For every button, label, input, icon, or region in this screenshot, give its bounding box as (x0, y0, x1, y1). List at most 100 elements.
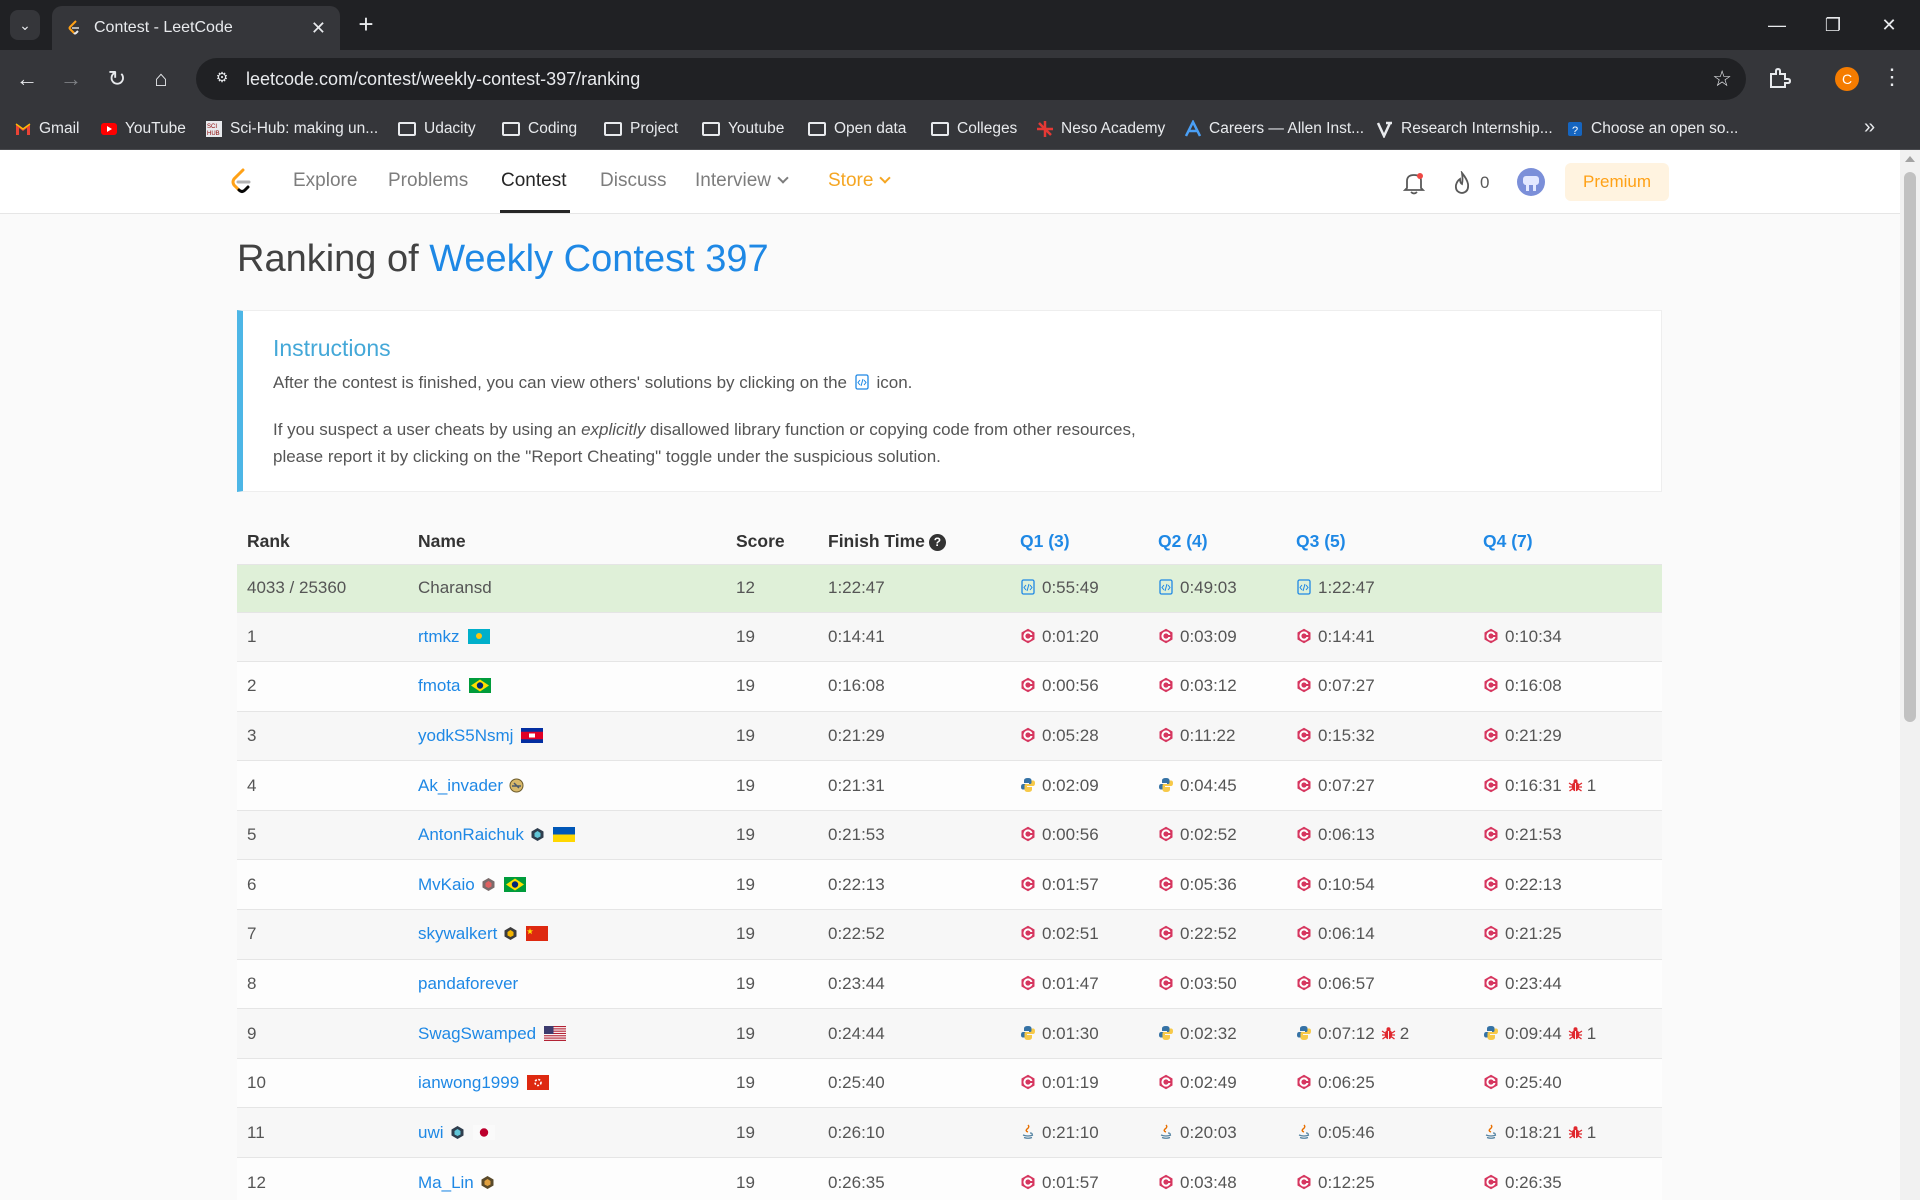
header-q2[interactable]: Q2 (4) (1148, 520, 1286, 564)
site-info-icon[interactable]: ⚙ (212, 69, 232, 89)
browser-menu-icon[interactable]: ⋮ (1880, 64, 1904, 94)
header-q3[interactable]: Q3 (5) (1286, 520, 1473, 564)
new-tab-button[interactable]: + (352, 10, 380, 38)
cpp-icon[interactable] (1296, 777, 1312, 793)
user-avatar[interactable] (1517, 168, 1545, 196)
cpp-icon[interactable] (1483, 677, 1499, 693)
java-icon[interactable] (1020, 1124, 1036, 1140)
premium-button[interactable]: Premium (1565, 163, 1669, 201)
cpp-icon[interactable] (1296, 1074, 1312, 1090)
java-icon[interactable] (1158, 1124, 1174, 1140)
cpp-icon[interactable] (1483, 727, 1499, 743)
browser-tab[interactable]: Contest - LeetCode ✕ (52, 6, 340, 50)
cpp-icon[interactable] (1158, 628, 1174, 644)
contest-name-link[interactable]: Weekly Contest 397 (429, 238, 768, 280)
cpp-icon[interactable] (1483, 826, 1499, 842)
address-bar[interactable]: ⚙ leetcode.com/contest/weekly-contest-39… (196, 58, 1746, 100)
cpp-icon[interactable] (1158, 727, 1174, 743)
cpp-icon[interactable] (1158, 677, 1174, 693)
cpp-icon[interactable] (1020, 727, 1036, 743)
cpp-icon[interactable] (1483, 1074, 1499, 1090)
cpp-icon[interactable] (1296, 826, 1312, 842)
leetcode-logo-icon[interactable] (228, 168, 254, 196)
cpp-icon[interactable] (1158, 975, 1174, 991)
scrollbar-thumb[interactable] (1904, 172, 1916, 722)
nav-contest[interactable]: Contest (501, 170, 566, 192)
bookmark-allen-careers[interactable]: Careers — Allen Inst... (1184, 116, 1364, 142)
java-icon[interactable] (1483, 1124, 1499, 1140)
tab-search-button[interactable]: ⌄ (10, 10, 40, 40)
cpp-icon[interactable] (1483, 975, 1499, 991)
url-text[interactable]: leetcode.com/contest/weekly-contest-397/… (246, 69, 1712, 90)
cpp-icon[interactable] (1020, 826, 1036, 842)
bookmark-research-internship[interactable]: Research Internship... (1376, 116, 1553, 142)
cpp-icon[interactable] (1296, 727, 1312, 743)
user-name-link[interactable]: uwi (418, 1123, 444, 1142)
user-name-link[interactable]: rtmkz (418, 627, 460, 646)
user-name-link[interactable]: Ma_Lin (418, 1173, 474, 1192)
my-q1-cell[interactable]: 0:55:49 (1010, 563, 1148, 612)
user-name-link[interactable]: Ak_invader (418, 776, 503, 795)
my-q3-cell[interactable]: 1:22:47 (1286, 563, 1473, 612)
nav-discuss[interactable]: Discuss (600, 170, 667, 192)
cpp-icon[interactable] (1483, 1174, 1499, 1190)
header-q4[interactable]: Q4 (7) (1473, 520, 1662, 564)
nav-explore[interactable]: Explore (293, 170, 357, 192)
home-icon[interactable]: ⌂ (146, 64, 176, 94)
cpp-icon[interactable] (1296, 975, 1312, 991)
close-window-icon[interactable]: ✕ (1874, 10, 1904, 40)
back-icon[interactable]: ← (12, 64, 42, 94)
streak-fire-icon[interactable] (1452, 171, 1472, 195)
cpp-icon[interactable] (1020, 628, 1036, 644)
bookmark-youtube-folder[interactable]: Youtube (702, 116, 784, 142)
forward-icon[interactable]: → (56, 64, 86, 94)
cpp-icon[interactable] (1158, 1074, 1174, 1090)
cpp-icon[interactable] (1296, 925, 1312, 941)
solution-code-icon[interactable] (1158, 579, 1174, 595)
page-scrollbar[interactable] (1900, 150, 1920, 1200)
my-q2-cell[interactable]: 0:49:03 (1148, 563, 1286, 612)
cpp-icon[interactable] (1020, 1174, 1036, 1190)
user-name-link[interactable]: SwagSwamped (418, 1024, 536, 1043)
cpp-icon[interactable] (1020, 925, 1036, 941)
nav-problems[interactable]: Problems (388, 170, 468, 192)
user-name-link[interactable]: yodkS5Nsmj (418, 726, 513, 745)
bookmark-star-icon[interactable]: ☆ (1712, 66, 1732, 92)
cpp-icon[interactable] (1296, 677, 1312, 693)
bookmark-open-data[interactable]: Open data (808, 116, 906, 142)
bookmark-coding[interactable]: Coding (502, 116, 577, 142)
bookmark-scihub[interactable]: SCI HUB Sci-Hub: making un... (205, 116, 378, 142)
cpp-icon[interactable] (1296, 628, 1312, 644)
bookmark-gmail[interactable]: Gmail (14, 116, 79, 142)
user-name-link[interactable]: fmota (418, 676, 461, 695)
bookmark-colleges[interactable]: Colleges (931, 116, 1017, 142)
bookmark-project[interactable]: Project (604, 116, 678, 142)
solution-code-icon[interactable] (1020, 579, 1036, 595)
user-name-link[interactable]: pandaforever (418, 974, 518, 993)
cpp-icon[interactable] (1483, 925, 1499, 941)
bookmark-neso-academy[interactable]: Neso Academy (1036, 116, 1165, 142)
python-icon[interactable] (1483, 1025, 1499, 1041)
python-icon[interactable] (1158, 1025, 1174, 1041)
user-name-link[interactable]: MvKaio (418, 875, 475, 894)
cpp-icon[interactable] (1020, 876, 1036, 892)
header-q1[interactable]: Q1 (3) (1010, 520, 1148, 564)
cpp-icon[interactable] (1483, 628, 1499, 644)
nav-interview[interactable]: Interview (695, 170, 789, 192)
python-icon[interactable] (1020, 777, 1036, 793)
cpp-icon[interactable] (1158, 925, 1174, 941)
bookmark-udacity[interactable]: Udacity (398, 116, 476, 142)
python-icon[interactable] (1020, 1025, 1036, 1041)
user-name-link[interactable]: ianwong1999 (418, 1073, 519, 1092)
cpp-icon[interactable] (1483, 777, 1499, 793)
user-name-link[interactable]: AntonRaichuk (418, 825, 524, 844)
minimize-icon[interactable]: — (1762, 10, 1792, 40)
cpp-icon[interactable] (1158, 826, 1174, 842)
cpp-icon[interactable] (1296, 876, 1312, 892)
user-name-link[interactable]: skywalkert (418, 924, 497, 943)
help-icon[interactable]: ? (928, 534, 946, 552)
close-tab-icon[interactable]: ✕ (311, 18, 326, 39)
cpp-icon[interactable] (1158, 1174, 1174, 1190)
cpp-icon[interactable] (1158, 876, 1174, 892)
reload-icon[interactable]: ↻ (102, 64, 132, 94)
